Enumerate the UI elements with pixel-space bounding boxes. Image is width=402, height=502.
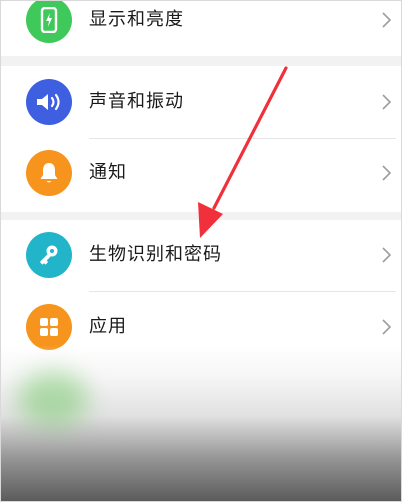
chevron-right-icon (382, 12, 392, 28)
chevron-right-icon (382, 247, 392, 263)
speaker-icon (26, 79, 72, 125)
settings-item-notifications[interactable]: 通知 (0, 139, 402, 211)
blurred-icon (18, 372, 88, 427)
settings-item-biometrics-password[interactable]: 生物识别和密码 (0, 220, 402, 292)
settings-item-label: 声音和振动 (89, 91, 184, 112)
settings-item-label: 应用 (89, 316, 127, 337)
settings-item-label: 通知 (89, 162, 127, 183)
settings-screen: 显示和亮度 声音和振动 通知 生物识别和密码 应用 (0, 0, 402, 502)
section-gap (0, 56, 402, 66)
chevron-right-icon (382, 165, 392, 181)
settings-item-label: 生物识别和密码 (89, 244, 222, 265)
key-icon (26, 232, 72, 278)
settings-item-sound-vibration[interactable]: 声音和振动 (0, 66, 402, 138)
bell-icon (26, 150, 72, 196)
section-gap (0, 212, 402, 220)
chevron-right-icon (382, 319, 392, 335)
settings-group-sound: 声音和振动 通知 (0, 66, 402, 212)
apps-grid-icon (26, 304, 72, 350)
settings-item-display-brightness[interactable]: 显示和亮度 (0, 0, 402, 56)
chevron-right-icon (382, 94, 392, 110)
phone-brightness-icon (26, 0, 72, 43)
settings-group-display: 显示和亮度 (0, 0, 402, 56)
settings-item-label: 显示和亮度 (89, 9, 184, 30)
